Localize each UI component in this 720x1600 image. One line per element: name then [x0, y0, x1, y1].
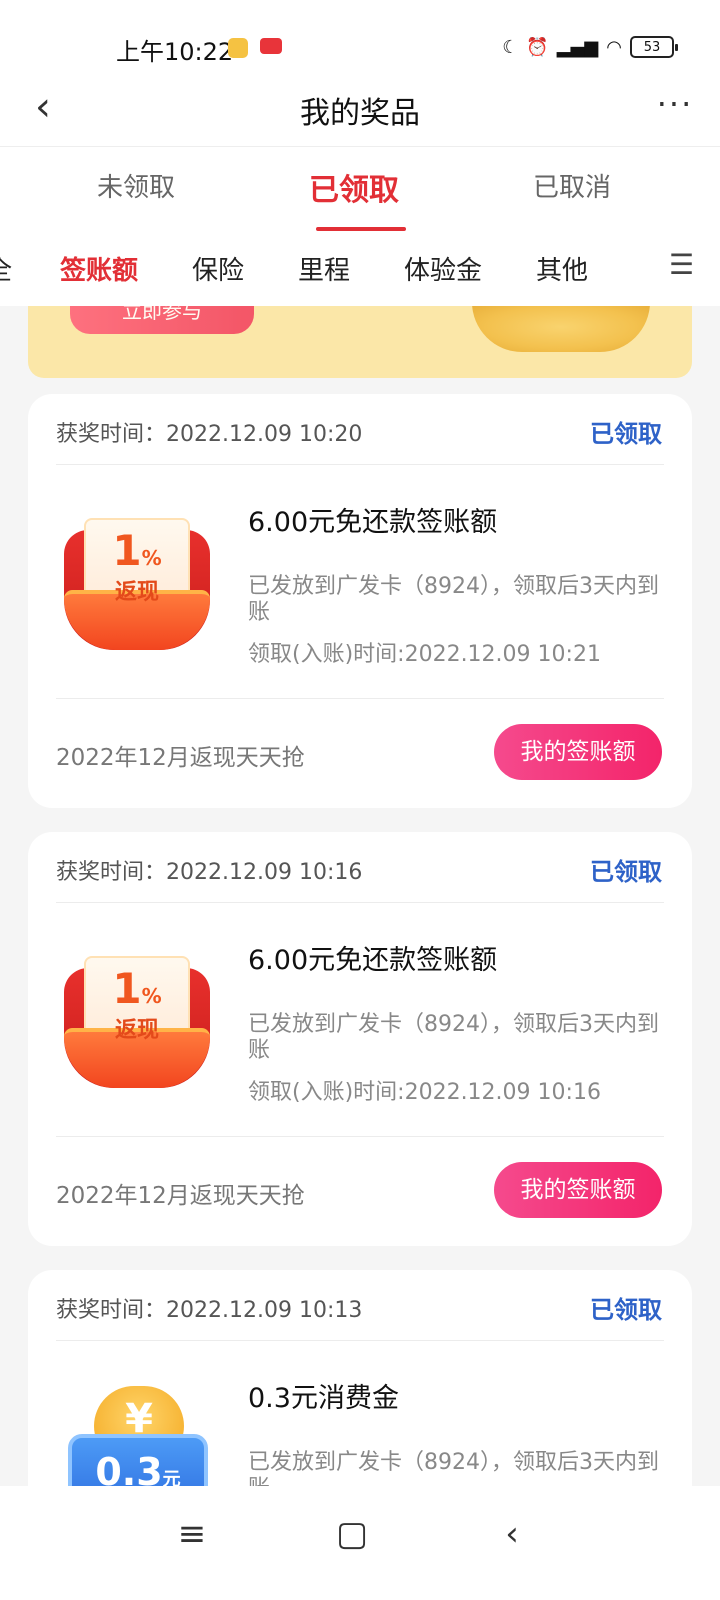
tab-cancelled[interactable]: 已取消 — [492, 167, 652, 204]
alarm-icon: ⏰ — [526, 36, 549, 58]
page-title: 我的奖品 — [300, 96, 420, 131]
home-square-icon[interactable]: ▢ — [322, 1506, 382, 1566]
divider — [56, 698, 664, 699]
divider — [56, 464, 664, 465]
campaign-name: 2022年12月返现天天抢 — [56, 1183, 305, 1209]
notification-icon — [260, 38, 282, 54]
divider — [56, 1136, 664, 1137]
prize-card: 获奖时间：2022.12.09 10:16 已领取 1% 返现 6.00元免还款… — [28, 832, 692, 1246]
receive-time: 领取(入账)时间:2022.12.09 10:21 — [248, 642, 601, 667]
my-credit-button[interactable]: 我的签账额 — [494, 724, 662, 780]
prize-card: 获奖时间：2022.12.09 10:13 已领取 ¥ 0.3元 0.3元消费金… — [28, 1270, 692, 1510]
prize-name: 6.00元免还款签账额 — [248, 945, 498, 976]
receive-time: 领取(入账)时间:2022.12.09 10:16 — [248, 1080, 601, 1105]
active-tab-indicator — [316, 227, 406, 231]
status-tabs: 未领取 已领取 已取消 — [0, 146, 720, 232]
badge-text: 返现 — [114, 1018, 159, 1043]
status-time: 上午10:22 — [116, 38, 234, 66]
win-time: 获奖时间：2022.12.09 10:20 — [56, 422, 363, 447]
battery-icon: 53 — [630, 36, 678, 58]
tab-unclaimed[interactable]: 未领取 — [56, 167, 216, 204]
claim-status: 已领取 — [590, 420, 662, 448]
claim-status: 已领取 — [590, 1296, 662, 1324]
win-time: 获奖时间：2022.12.09 10:16 — [56, 860, 363, 885]
divider — [56, 1340, 664, 1341]
prize-desc: 已发放到广发卡（8924），领取后3天内到账 — [248, 574, 659, 625]
promo-banner[interactable]: 立即参与 — [28, 306, 692, 378]
prize-card: 获奖时间：2022.12.09 10:20 已领取 1% 返现 6.00元免还款… — [28, 394, 692, 808]
win-time: 获奖时间：2022.12.09 10:13 — [56, 1298, 363, 1323]
cashback-badge-image: 1% 返现 — [64, 518, 210, 654]
campaign-name: 2022年12月返现天天抢 — [56, 745, 305, 771]
moon-icon: ☾ — [502, 36, 519, 58]
subtab-insurance[interactable]: 保险 — [192, 250, 244, 287]
category-tabs: 全 签账额 保险 里程 体验金 其他 ☰ — [0, 232, 720, 306]
badge-text: 返现 — [114, 580, 159, 605]
subtab-all[interactable]: 全 — [0, 250, 12, 287]
menu-icon[interactable]: ≡ — [162, 1506, 222, 1566]
subtab-other[interactable]: 其他 — [536, 250, 588, 287]
badge-percent-unit: % — [141, 984, 162, 1008]
join-button[interactable]: 立即参与 — [70, 306, 254, 334]
status-bar: 上午10:22 ☾ ⏰ ▂▄▆ ◠ 53 — [0, 0, 720, 76]
notification-icon — [228, 38, 248, 58]
system-nav-bar: ≡ ▢ ‹ — [0, 1486, 720, 1600]
prize-name: 6.00元免还款签账额 — [248, 507, 498, 538]
more-dots-icon[interactable]: ··· — [650, 84, 700, 134]
gift-pot-image — [472, 306, 650, 352]
claim-status: 已领取 — [590, 858, 662, 886]
status-icons: ☾ ⏰ ▂▄▆ ◠ 53 — [502, 32, 678, 62]
prize-name: 0.3元消费金 — [248, 1383, 399, 1414]
subtab-credit[interactable]: 签账额 — [60, 250, 138, 287]
subtab-trial-fund[interactable]: 体验金 — [404, 250, 482, 287]
divider — [56, 902, 664, 903]
my-credit-button[interactable]: 我的签账额 — [494, 1162, 662, 1218]
prize-desc: 已发放到广发卡（8924），领取后3天内到账 — [248, 1012, 659, 1063]
app-header: ‹ 我的奖品 ··· — [0, 76, 720, 146]
cashback-badge-image: 1% 返现 — [64, 956, 210, 1092]
wifi-icon: ◠ — [606, 36, 622, 58]
back-triangle-icon[interactable]: ‹ — [482, 1506, 542, 1566]
tab-claimed[interactable]: 已领取 — [274, 165, 434, 209]
badge-percent-unit: % — [141, 546, 162, 570]
list-menu-icon[interactable]: ☰ — [669, 248, 694, 281]
subtab-mileage[interactable]: 里程 — [298, 250, 350, 287]
badge-percent: 1 — [112, 526, 142, 575]
badge-percent: 1 — [112, 964, 142, 1013]
signal-icon: ▂▄▆ — [556, 36, 599, 58]
